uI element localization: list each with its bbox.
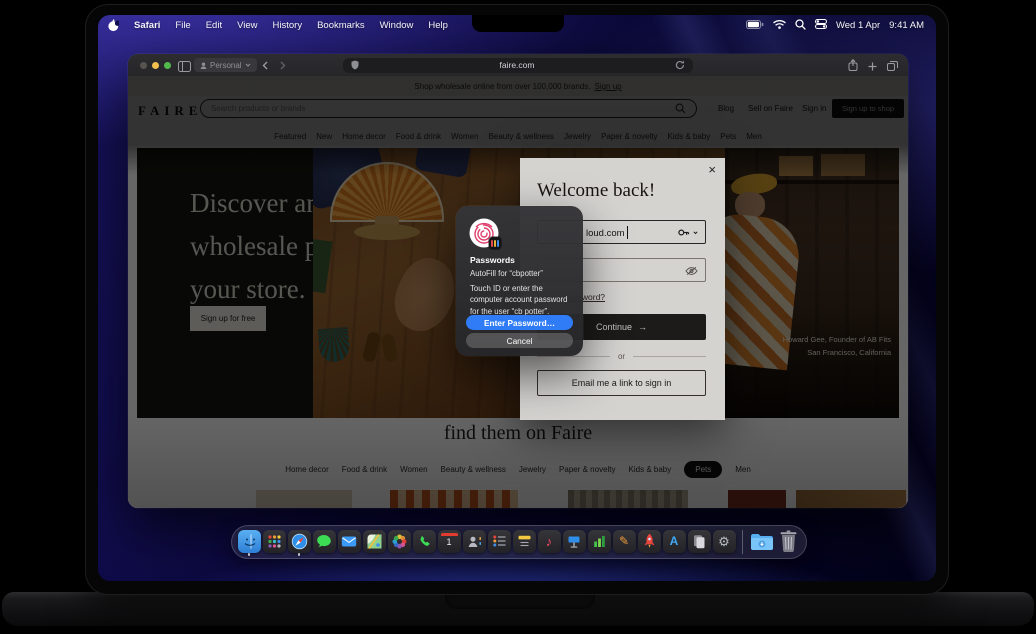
touchid-dialog: Passwords AutoFill for “cbpotter” Touch … [456, 206, 583, 356]
email-value: loud.com [586, 228, 625, 239]
dock-finder-icon[interactable] [237, 529, 261, 556]
dock-safari-icon[interactable] [287, 529, 311, 556]
dock-freeform-icon[interactable] [687, 529, 711, 556]
dialog-autofill-line: AutoFill for “cbpotter” [470, 269, 543, 278]
close-icon[interactable]: × [708, 163, 716, 176]
search-icon[interactable] [795, 18, 806, 33]
wifi-icon[interactable] [773, 19, 786, 32]
email-link-button[interactable]: Email me a link to sign in [537, 370, 706, 396]
dock-downloads-folder-icon[interactable] [749, 529, 775, 556]
dock-mail-icon[interactable] [337, 529, 361, 556]
menu-history[interactable]: History [273, 20, 303, 31]
dock-pages-icon[interactable]: ✎ [612, 529, 636, 556]
dock-settings-icon[interactable]: ⚙ [712, 529, 736, 556]
menubar-clock[interactable]: 9:41 AM [889, 20, 924, 31]
passkey-key-icon[interactable] [678, 228, 698, 237]
menu-view[interactable]: View [237, 20, 257, 31]
faire-page: Shop wholesale online from over 100,000 … [128, 76, 908, 508]
safari-toolbar: Personal faire.com [128, 54, 908, 76]
control-center-icon[interactable] [814, 19, 827, 32]
enter-password-button[interactable]: Enter Password… [466, 315, 573, 330]
dock-rocket-icon[interactable] [637, 529, 661, 556]
dock-reminders-icon[interactable] [487, 529, 511, 556]
cancel-button[interactable]: Cancel [466, 333, 573, 348]
macbook-base [2, 592, 1034, 626]
share-icon[interactable] [848, 58, 858, 76]
modal-title: Welcome back! [537, 180, 656, 201]
window-close-button[interactable] [140, 62, 147, 69]
menubar-date[interactable]: Wed 1 Apr [836, 20, 880, 31]
show-password-eye-icon[interactable] [685, 266, 698, 276]
dock-trash-icon[interactable] [777, 529, 801, 556]
profile-switcher[interactable]: Personal [194, 58, 257, 72]
menu-safari[interactable]: Safari [134, 20, 160, 31]
dialog-app-name: Passwords [470, 255, 515, 265]
apple-logo-icon [108, 19, 119, 32]
menu-help[interactable]: Help [428, 20, 448, 31]
back-button[interactable] [258, 58, 272, 72]
desktop-wallpaper: Safari File Edit View History Bookmarks … [98, 15, 936, 581]
macbook-lid-notch [445, 592, 595, 609]
dock-maps-icon[interactable] [362, 529, 386, 556]
chevron-down-icon [245, 63, 250, 67]
dock-calendar-icon[interactable]: 1 [437, 529, 461, 556]
dock-notes-icon[interactable] [512, 529, 536, 556]
dock-separator [741, 530, 743, 554]
dock-app-store-icon[interactable]: A [662, 529, 686, 556]
menu-file[interactable]: File [175, 20, 190, 31]
window-minimize-button[interactable] [152, 62, 159, 69]
dock-photos-icon[interactable] [387, 529, 411, 556]
sidebar-icon[interactable] [178, 59, 191, 77]
reload-icon[interactable] [675, 60, 685, 70]
dock-launchpad-icon[interactable] [262, 529, 286, 556]
dock-messages-icon[interactable] [312, 529, 336, 556]
dock-music-icon[interactable]: ♪ [537, 529, 561, 556]
safari-window: Personal faire.com × Welcome back! loud.… [128, 54, 908, 508]
dock: 1 ♪ ✎ A ⚙ [231, 525, 807, 559]
window-zoom-button[interactable] [164, 62, 171, 69]
tab-overview-icon[interactable] [887, 58, 898, 76]
menu-window[interactable]: Window [380, 20, 414, 31]
passwords-app-badge [489, 237, 501, 249]
forward-button[interactable] [276, 58, 290, 72]
dock-keynote-icon[interactable] [562, 529, 586, 556]
dialog-body-text: Touch ID or enter the computer account p… [470, 284, 568, 316]
text-caret [627, 226, 628, 239]
privacy-shield-icon[interactable] [351, 60, 359, 70]
dock-facetime-icon[interactable] [412, 529, 436, 556]
new-tab-icon[interactable] [868, 58, 877, 76]
macbook-screen: Safari File Edit View History Bookmarks … [86, 5, 948, 594]
menu-bookmarks[interactable]: Bookmarks [317, 20, 365, 31]
url-text: faire.com [499, 60, 535, 70]
address-bar[interactable]: faire.com [343, 57, 693, 73]
camera-notch [472, 15, 564, 32]
chevron-down-icon [693, 230, 698, 234]
macbook-mockup: Safari File Edit View History Bookmarks … [0, 0, 1036, 634]
dock-numbers-icon[interactable] [587, 529, 611, 556]
menu-edit[interactable]: Edit [206, 20, 222, 31]
arrow-right-icon: → [638, 322, 648, 332]
apple-menu[interactable] [108, 19, 119, 32]
battery-icon[interactable] [745, 19, 764, 32]
dock-contacts-icon[interactable] [462, 529, 486, 556]
person-icon [200, 62, 207, 69]
